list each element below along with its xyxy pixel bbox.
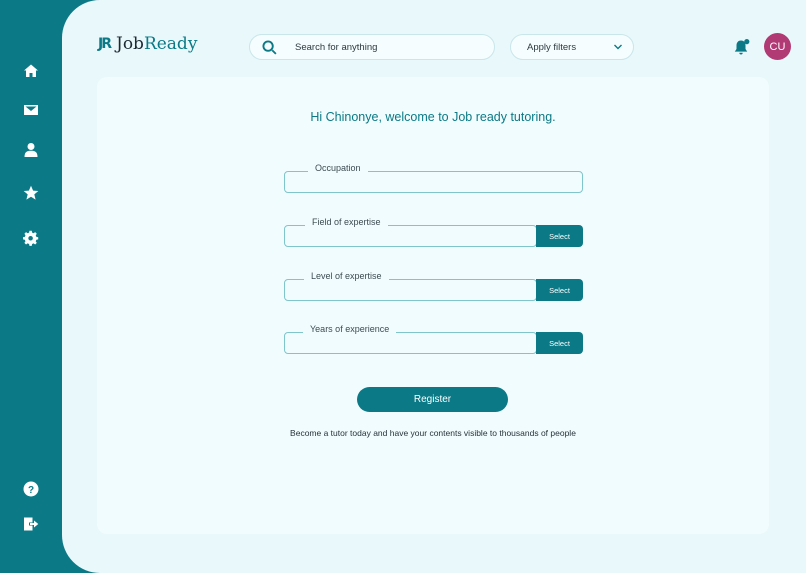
sidebar: ? <box>0 0 62 573</box>
welcome-greeting: Hi Chinonye, welcome to Job ready tutori… <box>310 110 556 124</box>
home-icon[interactable] <box>22 62 40 80</box>
help-icon[interactable]: ? <box>22 480 40 498</box>
search-input[interactable] <box>293 40 477 54</box>
mail-icon[interactable] <box>22 101 40 119</box>
field-of-expertise-input[interactable] <box>284 225 537 247</box>
occupation-label: Occupation <box>308 163 368 173</box>
register-button[interactable]: Register <box>357 387 508 412</box>
tutor-promo-note: Become a tutor today and have your conte… <box>290 428 576 438</box>
years-of-experience-field: Years of experience Select <box>284 324 583 354</box>
years-of-experience-label: Years of experience <box>303 324 397 334</box>
search-icon[interactable] <box>262 39 277 55</box>
years-of-experience-select-button[interactable]: Select <box>536 332 583 354</box>
level-of-expertise-select-button[interactable]: Select <box>536 279 583 301</box>
logout-icon[interactable] <box>22 515 40 533</box>
filter-label: Apply filters <box>527 41 577 53</box>
level-of-expertise-label: Level of expertise <box>304 271 389 281</box>
level-of-expertise-field: Level of expertise Select <box>284 271 583 301</box>
field-of-expertise-select-button[interactable]: Select <box>536 225 583 247</box>
notification-bell-icon[interactable] <box>733 38 751 56</box>
logo-mark: JR <box>98 36 112 52</box>
main-panel: JR JobReady Apply filters CU Hi Chinonye… <box>62 0 806 573</box>
occupation-field: Occupation <box>284 163 583 193</box>
level-of-expertise-input[interactable] <box>284 279 537 301</box>
brand-name: JobReady <box>116 34 198 54</box>
chevron-down-icon <box>614 44 622 50</box>
apply-filters-dropdown[interactable]: Apply filters <box>510 34 634 60</box>
svg-text:?: ? <box>28 485 34 496</box>
user-icon[interactable] <box>22 141 40 159</box>
field-of-expertise-field: Field of expertise Select <box>284 217 583 247</box>
occupation-input[interactable] <box>284 171 583 193</box>
years-of-experience-input[interactable] <box>284 332 537 354</box>
search-bar[interactable] <box>249 34 495 60</box>
brand-logo[interactable]: JR JobReady <box>98 34 197 54</box>
user-avatar[interactable]: CU <box>764 33 791 60</box>
tutor-registration-card: Hi Chinonye, welcome to Job ready tutori… <box>97 77 769 534</box>
field-of-expertise-label: Field of expertise <box>305 217 388 227</box>
star-icon[interactable] <box>22 184 40 202</box>
gear-icon[interactable] <box>22 229 40 247</box>
